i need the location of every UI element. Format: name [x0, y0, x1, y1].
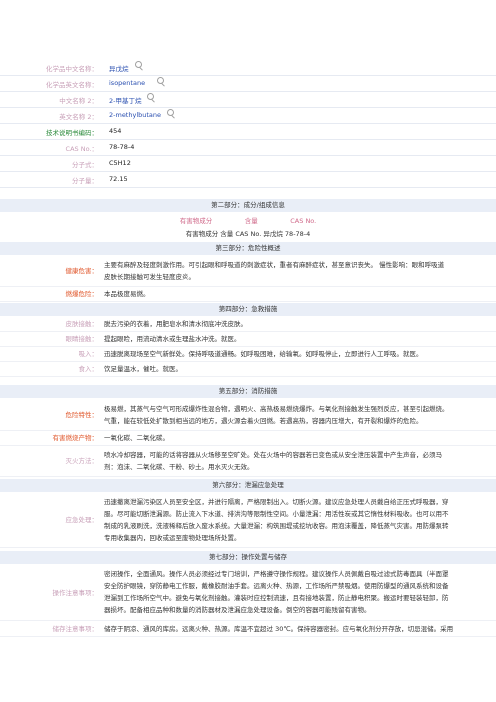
molecular-weight-label: 分子量：	[72, 177, 98, 185]
ingestion-text: 饮足量温水，催吐。就医。	[104, 365, 182, 373]
storage-label: 储存注意事项：	[52, 625, 99, 633]
molecular-weight-row: 分子量： 72.15	[0, 172, 496, 188]
english-name-2-value[interactable]: 2-methylbutane	[109, 111, 161, 119]
skin-contact-label: 皮肤接触：	[65, 320, 99, 328]
part7-heading: 第七部分：操作处置与储存	[0, 551, 496, 564]
molecular-weight-value: 72.15	[109, 175, 128, 183]
search-icon[interactable]	[147, 93, 156, 103]
combustion-products-row: 有害燃烧产物： 一氧化碳、二氧化碳。	[0, 431, 496, 446]
chinese-name-2-label: 中文名称 2：	[59, 97, 98, 105]
ingestion-row: 食入： 饮足量温水，催吐。就医。	[0, 362, 496, 377]
composition-header: 有害物成分 含量 CAS No.	[179, 217, 317, 225]
emergency-response-text: 迅速撤离泄漏污染区人员至安全区，并进行隔离，严格限制出入。切断火源。建议应急处理…	[104, 498, 449, 542]
fire-hazard-row: 燃爆危险： 本品极度易燃。	[0, 287, 496, 302]
storage-row: 储存注意事项： 储存于阴凉、通风的库房。远离火种、热源。库温不宜超过 30℃。保…	[0, 622, 496, 637]
formula-row: 分子式： C5H12	[0, 156, 496, 172]
chinese-name-row: 化学品中文名称： 异戊烷	[0, 60, 496, 76]
part2-heading: 第二部分：成分/组成信息	[0, 199, 496, 212]
handling-text: 密闭操作，全面通风。操作人员必须经过专门培训，严格遵守操作规程。建议操作人员佩戴…	[104, 570, 449, 614]
skin-contact-row: 皮肤接触： 脱去污染的衣着，用肥皂水和清水彻底冲洗皮肤。	[0, 317, 496, 332]
extinguishing-row: 灭火方法： 喷水冷却容器，可能的话将容器从火场移至空旷处。处在火场中的容器若已变…	[0, 446, 496, 477]
hazard-characteristics-text: 极易燃，其蒸气与空气可形成爆炸性混合物，遇明火、高热极易燃烧爆炸。与氧化剂接触发…	[104, 405, 449, 425]
hazard-characteristics-row: 危险特性： 极易燃，其蒸气与空气可形成爆炸性混合物，遇明火、高热极易燃烧爆炸。与…	[0, 400, 496, 431]
chinese-name-label: 化学品中文名称：	[46, 65, 98, 73]
cas-label: CAS No.：	[65, 145, 98, 153]
health-hazard-row: 健康危害： 主要有麻醉及轻度刺激作用。可引起眼和呼吸道的刺激症状，重者有麻醉症状…	[0, 256, 496, 287]
part3-heading: 第三部分：危险性概述	[0, 242, 496, 255]
extinguishing-text: 喷水冷却容器，可能的话将容器从火场移至空旷处。处在火场中的容器若已变色或从安全泄…	[104, 451, 442, 471]
hazard-characteristics-label: 危险特性：	[65, 411, 99, 419]
english-name-2-row: 英文名称 2： 2-methylbutane	[0, 108, 496, 124]
english-name-row: 化学品英文名称： isopentane	[0, 76, 496, 92]
handling-label: 操作注意事项：	[52, 589, 99, 597]
part6-heading: 第六部分：泄漏应急处理	[0, 479, 496, 492]
combustion-products-text: 一氧化碳、二氧化碳。	[104, 434, 169, 442]
handling-row: 操作注意事项： 密闭操作，全面通风。操作人员必须经过专门培训，严格遵守操作规程。…	[0, 566, 496, 621]
fire-hazard-label: 燃爆危险：	[65, 290, 99, 298]
health-hazard-label: 健康危害：	[65, 267, 99, 275]
inhalation-label: 吸入：	[78, 350, 99, 358]
extinguishing-label: 灭火方法：	[65, 457, 99, 465]
fire-hazard-text: 本品极度易燃。	[104, 290, 150, 298]
tech-code-value: 454	[109, 127, 122, 135]
formula-value: C5H12	[109, 159, 131, 167]
inhalation-row: 吸入： 迅速脱离现场至空气新鲜处。保持呼吸道通畅。如呼吸困难，给输氧。如呼吸停止…	[0, 347, 496, 362]
health-hazard-text: 主要有麻醉及轻度刺激作用。可引起眼和呼吸道的刺激症状，重者有麻醉症状，甚至意识丧…	[104, 261, 445, 281]
eye-contact-text: 提起眼睑，用流动清水或生理盐水冲洗。就医。	[104, 335, 241, 343]
english-name-label: 化学品英文名称：	[46, 81, 98, 89]
skin-contact-text: 脱去污染的衣着，用肥皂水和清水彻底冲洗皮肤。	[104, 320, 247, 328]
chinese-name-value[interactable]: 异戊烷	[109, 63, 129, 73]
tech-code-label: 技术说明书编码：	[46, 129, 98, 137]
combustion-products-label: 有害燃烧产物：	[52, 434, 99, 442]
english-name-2-label: 英文名称 2：	[59, 113, 98, 121]
chinese-name-2-row: 中文名称 2： 2-甲基丁烷	[0, 92, 496, 108]
cas-row: CAS No.： 78-78-4	[0, 140, 496, 156]
formula-label: 分子式：	[72, 161, 98, 169]
search-icon[interactable]	[167, 109, 176, 119]
cas-value: 78-78-4	[109, 143, 135, 151]
search-icon[interactable]	[157, 77, 166, 87]
emergency-response-label: 应急处理：	[65, 516, 99, 524]
part5-heading: 第五部分：消防措施	[0, 385, 496, 398]
emergency-response-row: 应急处理： 迅速撤离泄漏污染区人员至安全区，并进行隔离，严格限制出入。切断火源。…	[0, 494, 496, 548]
part4-heading: 第四部分：急救措施	[0, 303, 496, 316]
storage-text: 储存于阴凉、通风的库房。远离火种、热源。库温不宜超过 30℃。保持容器密封。应与…	[104, 625, 454, 633]
eye-contact-label: 眼睛接触：	[65, 335, 99, 343]
search-icon[interactable]	[135, 61, 144, 71]
composition-data: 有害物成分 含量 CAS No. 异戊烷 78-78-4	[185, 230, 311, 238]
ingestion-label: 食入：	[78, 365, 99, 373]
chinese-name-2-value[interactable]: 2-甲基丁烷	[109, 95, 141, 105]
eye-contact-row: 眼睛接触： 提起眼睑，用流动清水或生理盐水冲洗。就医。	[0, 332, 496, 347]
english-name-value[interactable]: isopentane	[109, 79, 145, 87]
msds-page: 化学品中文名称： 异戊烷 化学品英文名称： isopentane 中文名称 2：…	[0, 0, 496, 702]
tech-code-row: 技术说明书编码： 454	[0, 124, 496, 140]
inhalation-text: 迅速脱离现场至空气新鲜处。保持呼吸道通畅。如呼吸困难，给输氧。如呼吸停止，立即进…	[104, 350, 423, 358]
